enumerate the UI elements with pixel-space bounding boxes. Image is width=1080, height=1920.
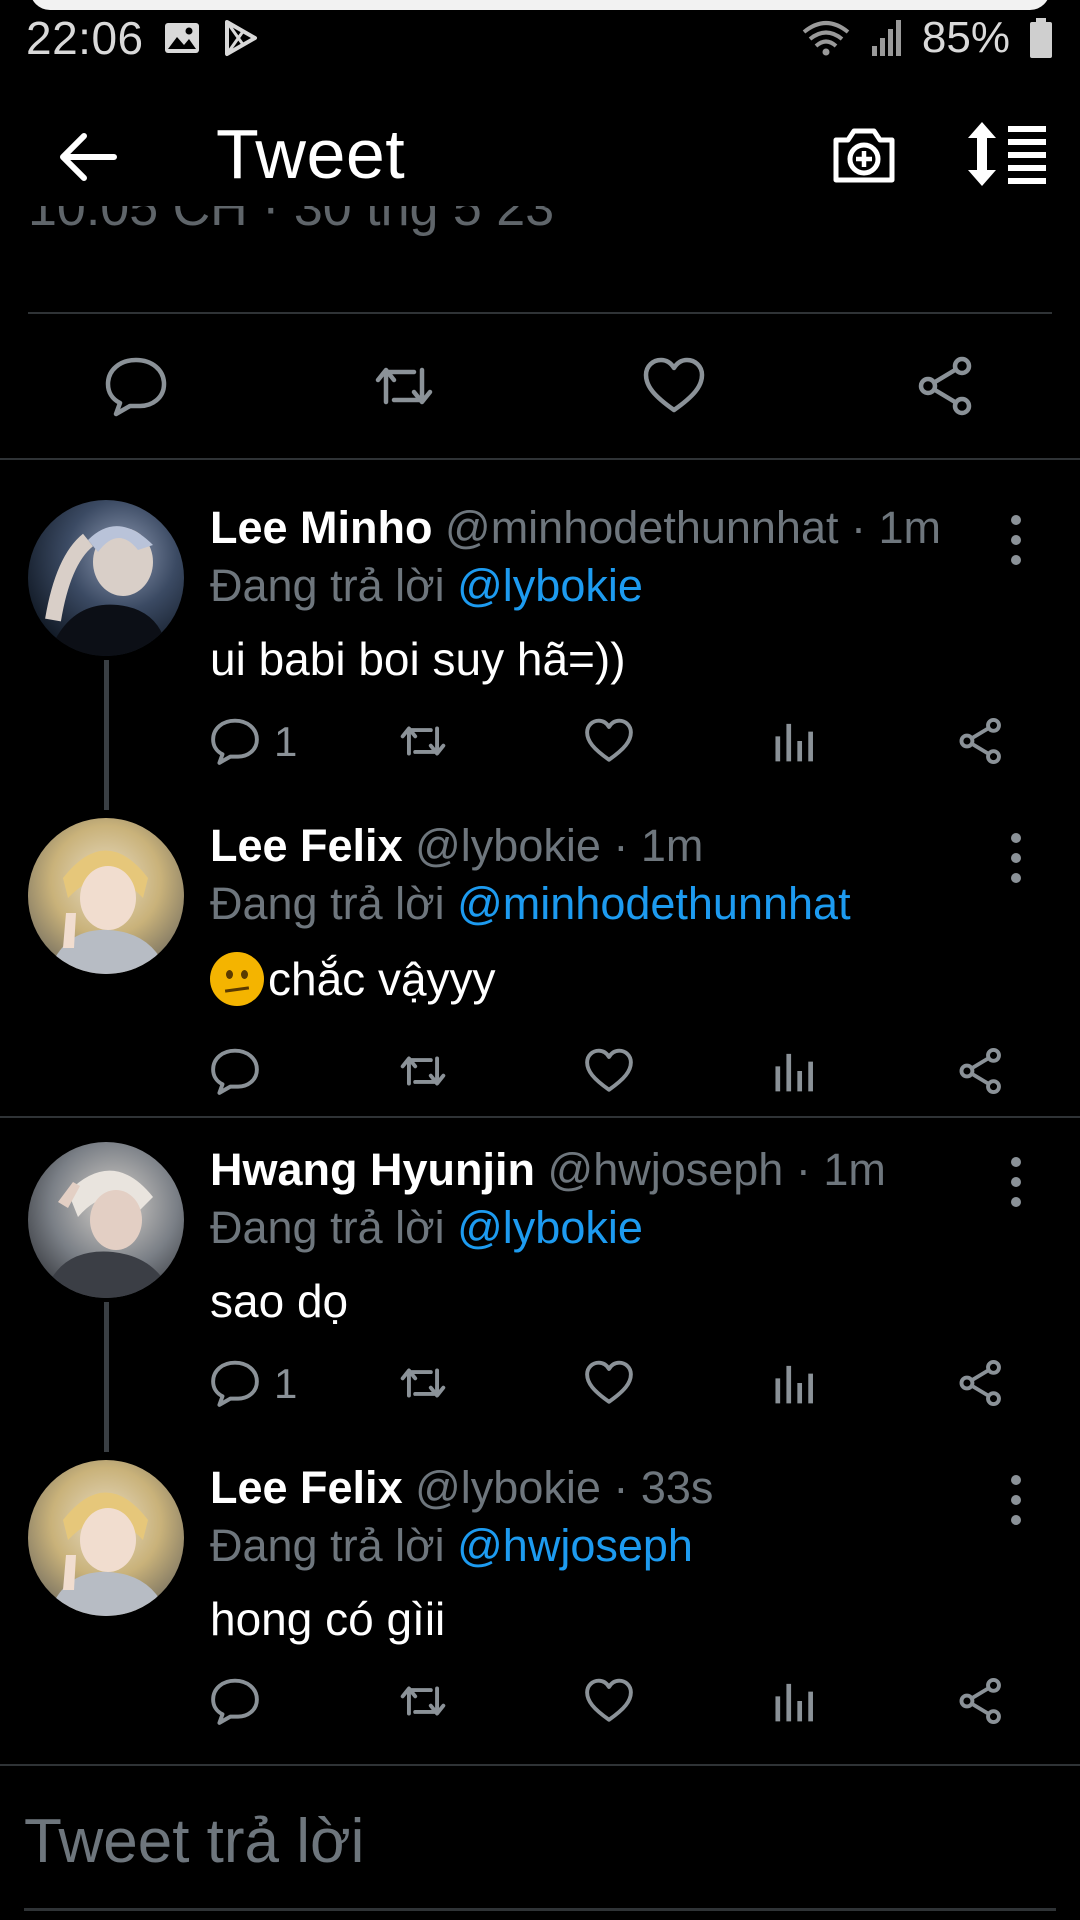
divider: [0, 458, 1080, 460]
page-title: Tweet: [216, 115, 406, 193]
reply-input-placeholder[interactable]: Tweet trả lời: [24, 1806, 364, 1877]
author-name[interactable]: Lee Felix: [210, 820, 403, 871]
reply-icon[interactable]: [210, 1676, 260, 1726]
analytics-icon[interactable]: [770, 1676, 820, 1726]
share-icon[interactable]: [956, 716, 1006, 766]
status-bar: 22:06 85%: [0, 0, 1080, 76]
analytics-icon[interactable]: [770, 716, 820, 766]
replying-prefix: Đang trả lời: [210, 878, 458, 929]
more-options-icon[interactable]: [1004, 1152, 1028, 1212]
top-app-bar: Tweet: [0, 96, 1080, 216]
reply-header: Lee Felix @lybokie · 1m: [210, 820, 703, 872]
reply-count: 1: [274, 1360, 298, 1407]
replying-prefix: Đang trả lời: [210, 1202, 458, 1253]
avatar[interactable]: [28, 500, 184, 656]
reply-action-bar: 1: [0, 716, 1080, 776]
like-icon[interactable]: [584, 1046, 634, 1096]
divider: [0, 1116, 1080, 1118]
more-options-icon[interactable]: [1004, 1470, 1028, 1530]
mention-link[interactable]: @lybokie: [457, 560, 643, 611]
status-time: 22:06: [26, 12, 144, 64]
back-arrow-icon[interactable]: [52, 122, 122, 192]
mention-link[interactable]: @lybokie: [457, 1202, 643, 1253]
tweet-time: · 1m: [613, 820, 704, 871]
author-name[interactable]: Hwang Hyunjin: [210, 1144, 535, 1195]
share-icon[interactable]: [956, 1676, 1006, 1726]
reply-action-bar: [0, 1046, 1080, 1106]
share-icon[interactable]: [956, 1046, 1006, 1096]
retweet-icon[interactable]: [398, 716, 448, 766]
battery-percent: 85%: [921, 13, 1010, 62]
avatar[interactable]: [28, 1142, 184, 1298]
more-options-icon[interactable]: [1004, 828, 1028, 888]
reply-composer[interactable]: Tweet trả lời: [0, 1764, 1080, 1920]
tweet-text-row: chắc vậyyy: [210, 951, 496, 1010]
retweet-icon[interactable]: [372, 354, 436, 418]
like-icon[interactable]: [584, 1358, 634, 1408]
sort-icon[interactable]: [966, 120, 1048, 188]
retweet-icon[interactable]: [398, 1046, 448, 1096]
replying-to: Đang trả lời @minhodethunnhat: [210, 878, 851, 930]
retweet-icon[interactable]: [398, 1676, 448, 1726]
analytics-icon[interactable]: [770, 1358, 820, 1408]
share-icon[interactable]: [956, 1358, 1006, 1408]
author-handle[interactable]: @lybokie: [415, 820, 601, 871]
replying-to: Đang trả lời @hwjoseph: [210, 1520, 693, 1572]
reply-header: Lee Minho @minhodethunnhat · 1m: [210, 502, 941, 554]
share-icon[interactable]: [914, 354, 978, 418]
tweet-time: · 1m: [851, 502, 941, 553]
author-name[interactable]: Lee Minho: [210, 502, 433, 553]
avatar-photo: [45, 526, 168, 656]
reply-action-bar: [0, 1676, 1080, 1736]
camera-add-icon[interactable]: [830, 120, 898, 188]
mention-link[interactable]: @hwjoseph: [457, 1520, 693, 1571]
gallery-icon: [164, 23, 199, 53]
replying-prefix: Đang trả lời: [210, 560, 458, 611]
signal-icon: [871, 20, 901, 56]
tweet-text: chắc vậyyy: [268, 953, 496, 1005]
reply-icon[interactable]: [210, 1046, 260, 1096]
author-handle[interactable]: @minhodethunnhat: [445, 502, 838, 553]
reply-icon[interactable]: [210, 1358, 260, 1408]
reply-icon[interactable]: [104, 354, 168, 418]
play-store-icon: [224, 20, 257, 56]
replying-prefix: Đang trả lời: [210, 1520, 458, 1571]
avatar[interactable]: [28, 818, 184, 974]
replying-to: Đang trả lời @lybokie: [210, 1202, 643, 1254]
analytics-icon[interactable]: [770, 1046, 820, 1096]
like-icon[interactable]: [642, 354, 706, 418]
reply-icon[interactable]: [210, 716, 260, 766]
avatar[interactable]: [28, 1460, 184, 1616]
replying-to: Đang trả lời @lybokie: [210, 560, 643, 612]
avatar-photo: [43, 1170, 173, 1298]
author-name[interactable]: Lee Felix: [210, 1462, 403, 1513]
reply-header: Hwang Hyunjin @hwjoseph · 1m: [210, 1144, 886, 1196]
tweet-text: ui babi boi suy hã=)): [210, 633, 626, 685]
author-handle[interactable]: @lybokie: [415, 1462, 601, 1513]
like-icon[interactable]: [584, 716, 634, 766]
mention-link[interactable]: @minhodethunnhat: [457, 878, 850, 929]
tweet-detail-screen: 22:06 85% Tweet 10:05 CH · 30 thg 5 23 L…: [0, 0, 1080, 1920]
avatar-photo: [48, 850, 168, 974]
more-options-icon[interactable]: [1004, 510, 1028, 570]
retweet-icon[interactable]: [398, 1358, 448, 1408]
tweet-time: · 1m: [795, 1144, 886, 1195]
avatar-photo: [48, 1492, 168, 1616]
confused-face-emoji: [210, 951, 264, 1006]
like-icon[interactable]: [584, 1676, 634, 1726]
tweet-text: sao dọ: [210, 1275, 349, 1327]
tweet-action-bar: [0, 340, 1080, 430]
reply-count: 1: [274, 718, 298, 765]
author-handle[interactable]: @hwjoseph: [548, 1144, 784, 1195]
reply-action-bar: 1: [0, 1358, 1080, 1418]
divider: [24, 1908, 1056, 1911]
wifi-icon: [802, 21, 850, 56]
divider: [28, 312, 1052, 314]
tweet-timestamp-partial: 10:05 CH · 30 thg 5 23: [28, 206, 555, 237]
tweet-time: · 33s: [613, 1462, 714, 1513]
reply-header: Lee Felix @lybokie · 33s: [210, 1462, 713, 1514]
battery-icon: [1030, 18, 1052, 58]
tweet-text: hong có gìii: [210, 1593, 446, 1645]
